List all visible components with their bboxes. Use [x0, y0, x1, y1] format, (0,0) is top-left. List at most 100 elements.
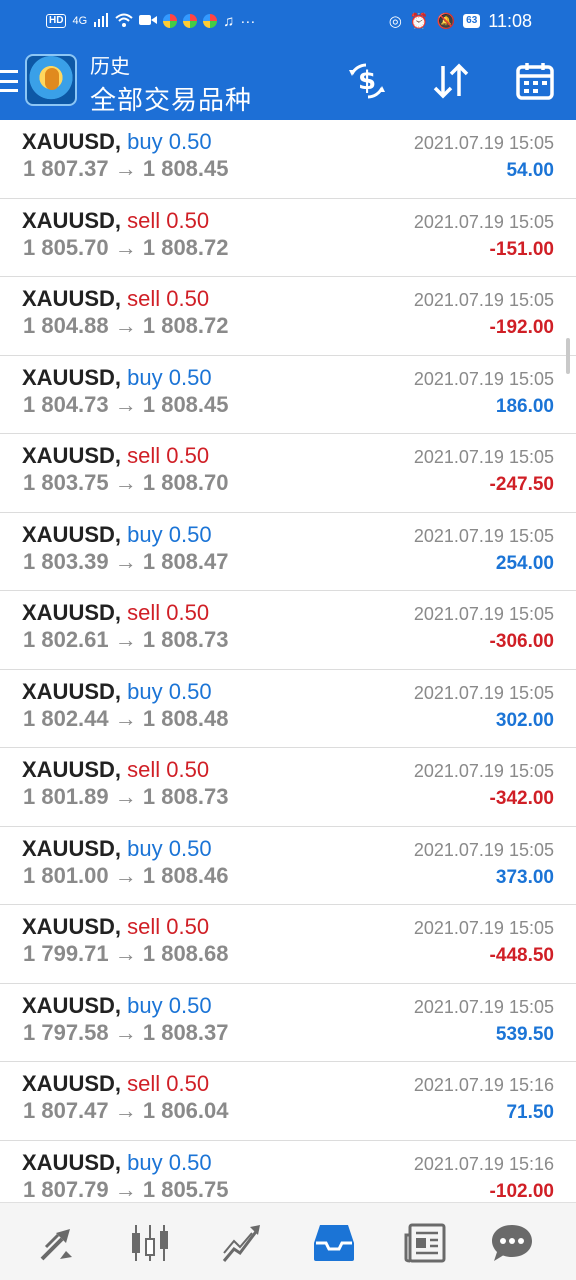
symbol-name: XAUUSD, — [22, 364, 122, 390]
price-range: 1 804.88 → 1 808.72 — [23, 313, 229, 338]
trade-row[interactable]: XAUUSD, sell 0.50 1 801.89 → 1 808.73 2021… — [0, 748, 576, 827]
side-label: sell — [127, 914, 161, 939]
trade-symbol: XAUUSD, buy 0.50 — [22, 365, 212, 391]
trade-side: buy 0.50 — [127, 1150, 211, 1175]
trade-side: sell 0.50 — [127, 443, 209, 468]
trade-symbol: XAUUSD, sell 0.50 — [22, 286, 209, 312]
trade-profit: -192.00 — [489, 317, 554, 338]
inbox-icon — [314, 1225, 354, 1261]
side-label: sell — [127, 757, 161, 782]
history-list[interactable]: XAUUSD, buy 0.50 1 807.37 → 1 808.45 2021.… — [0, 120, 576, 1202]
status-right: ◎ ⏰ 🔕 63 11:08 — [389, 11, 532, 32]
trade-profit: -247.50 — [489, 474, 554, 495]
bottom-nav — [0, 1202, 576, 1280]
price-range: 1 807.79 → 1 805.75 — [23, 1176, 229, 1202]
symbol-filter[interactable]: 全部交易品种 — [90, 80, 252, 117]
volume: 0.50 — [166, 914, 210, 939]
trade-row[interactable]: XAUUSD, sell 0.50 1 807.47 → 1 806.04 2021… — [0, 1062, 576, 1141]
price-range: 1 799.71 → 1 808.68 — [23, 941, 229, 966]
side-label: buy — [127, 992, 163, 1018]
trade-symbol: XAUUSD, buy 0.50 — [22, 522, 212, 548]
trade-row[interactable]: XAUUSD, sell 0.50 1 802.61 → 1 808.73 2021… — [0, 591, 576, 670]
symbol-name: XAUUSD, — [22, 286, 122, 311]
news-icon — [404, 1223, 446, 1263]
symbol-name: XAUUSD, — [22, 207, 122, 233]
side-label: sell — [127, 1071, 161, 1096]
nav-history[interactable] — [312, 1221, 356, 1265]
nav-chat[interactable] — [490, 1221, 534, 1265]
trade-date: 2021.07.19 15:05 — [413, 525, 554, 546]
trade-symbol: XAUUSD, sell 0.50 — [22, 914, 209, 940]
trade-symbol: XAUUSD, buy 0.50 — [22, 1150, 212, 1176]
trade-row[interactable]: XAUUSD, buy 0.50 1 803.39 → 1 808.47 2021.… — [0, 513, 576, 591]
calendar-icon[interactable] — [514, 60, 556, 102]
app-icon — [183, 14, 198, 28]
mute-icon: 🔕 — [436, 12, 456, 30]
deposit-withdraw-icon[interactable]: $ — [346, 60, 388, 102]
price-range: 1 801.00 → 1 808.46 — [23, 862, 229, 888]
nav-quotes[interactable] — [36, 1221, 80, 1265]
status-indicators: HD 4G ♫ ··· — [46, 12, 256, 30]
trade-symbol: XAUUSD, sell 0.50 — [22, 757, 209, 783]
menu-icon[interactable] — [0, 68, 18, 94]
symbol-name: XAUUSD, — [22, 914, 122, 939]
overflow-indicator: ··· — [240, 12, 256, 30]
nav-news[interactable] — [404, 1221, 448, 1265]
side-label: buy — [127, 835, 163, 861]
music-icon: ♫ — [223, 12, 235, 30]
trade-row[interactable]: XAUUSD, sell 0.50 1 805.70 → 1 808.72 2021… — [0, 199, 576, 277]
sort-icon[interactable] — [430, 60, 472, 102]
trade-date: 2021.07.19 15:05 — [413, 368, 554, 389]
trade-row[interactable]: XAUUSD, buy 0.50 1 797.58 → 1 808.37 2021.… — [0, 984, 576, 1062]
chat-icon — [492, 1225, 532, 1261]
side-label: sell — [127, 443, 161, 468]
volume: 0.50 — [166, 207, 210, 233]
symbol-name: XAUUSD, — [22, 600, 122, 625]
trade-symbol: XAUUSD, sell 0.50 — [22, 600, 209, 626]
trade-date: 2021.07.19 15:05 — [413, 290, 554, 310]
trade-symbol: XAUUSD, buy 0.50 — [22, 679, 212, 705]
nav-chart[interactable] — [128, 1221, 172, 1265]
signal-bars-icon — [93, 12, 109, 30]
trade-side: buy 0.50 — [127, 679, 211, 704]
trade-date: 2021.07.19 15:05 — [413, 996, 554, 1017]
trade-row[interactable]: XAUUSD, sell 0.50 1 799.71 → 1 808.68 2021… — [0, 905, 576, 984]
trade-symbol: XAUUSD, sell 0.50 — [22, 443, 209, 469]
price-range: 1 807.47 → 1 806.04 — [23, 1098, 229, 1123]
trade-date: 2021.07.19 15:16 — [413, 1075, 554, 1095]
price-range: 1 801.89 → 1 808.73 — [23, 784, 229, 809]
trade-row[interactable]: XAUUSD, buy 0.50 1 801.00 → 1 808.46 2021.… — [0, 827, 576, 905]
volume: 0.50 — [168, 835, 212, 861]
side-label: sell — [127, 286, 161, 311]
side-label: buy — [127, 1149, 163, 1175]
trade-side: buy 0.50 — [127, 522, 211, 547]
trade-profit: 71.50 — [506, 1102, 554, 1123]
symbol-name: XAUUSD, — [22, 835, 122, 861]
trade-row[interactable]: XAUUSD, buy 0.50 1 807.37 → 1 808.45 2021.… — [0, 120, 576, 199]
price-range: 1 804.73 → 1 808.45 — [23, 391, 229, 417]
trade-date: 2021.07.19 15:05 — [413, 604, 554, 624]
price-range: 1 803.75 → 1 808.70 — [23, 470, 229, 495]
trade-row[interactable]: XAUUSD, buy 0.50 1 802.44 → 1 808.48 2021.… — [0, 670, 576, 748]
volume: 0.50 — [166, 1071, 210, 1096]
volume: 0.50 — [168, 678, 212, 704]
wifi-icon — [115, 13, 133, 30]
trade-profit: 254.00 — [495, 552, 554, 574]
nav-trade[interactable] — [220, 1221, 264, 1265]
trade-side: sell 0.50 — [127, 208, 209, 233]
trade-profit: -342.00 — [489, 788, 554, 809]
trade-side: sell 0.50 — [127, 600, 209, 625]
trade-profit: -448.50 — [489, 945, 554, 966]
trade-row[interactable]: XAUUSD, sell 0.50 1 804.88 → 1 808.72 2021… — [0, 277, 576, 356]
side-label: buy — [127, 364, 163, 390]
symbol-name: XAUUSD, — [22, 443, 122, 468]
price-range: 1 803.39 → 1 808.47 — [23, 548, 229, 574]
scrollbar-thumb[interactable] — [566, 338, 570, 374]
trade-side: sell 0.50 — [127, 1071, 209, 1096]
trade-row[interactable]: XAUUSD, buy 0.50 1 804.73 → 1 808.45 2021.… — [0, 356, 576, 434]
trade-row[interactable]: XAUUSD, sell 0.50 1 803.75 → 1 808.70 2021… — [0, 434, 576, 513]
trade-symbol: XAUUSD, buy 0.50 — [22, 129, 212, 155]
trade-row[interactable]: XAUUSD, buy 0.50 1 807.79 → 1 805.75 2021.… — [0, 1141, 576, 1203]
side-label: buy — [127, 678, 163, 704]
trade-profit: 373.00 — [495, 866, 554, 888]
